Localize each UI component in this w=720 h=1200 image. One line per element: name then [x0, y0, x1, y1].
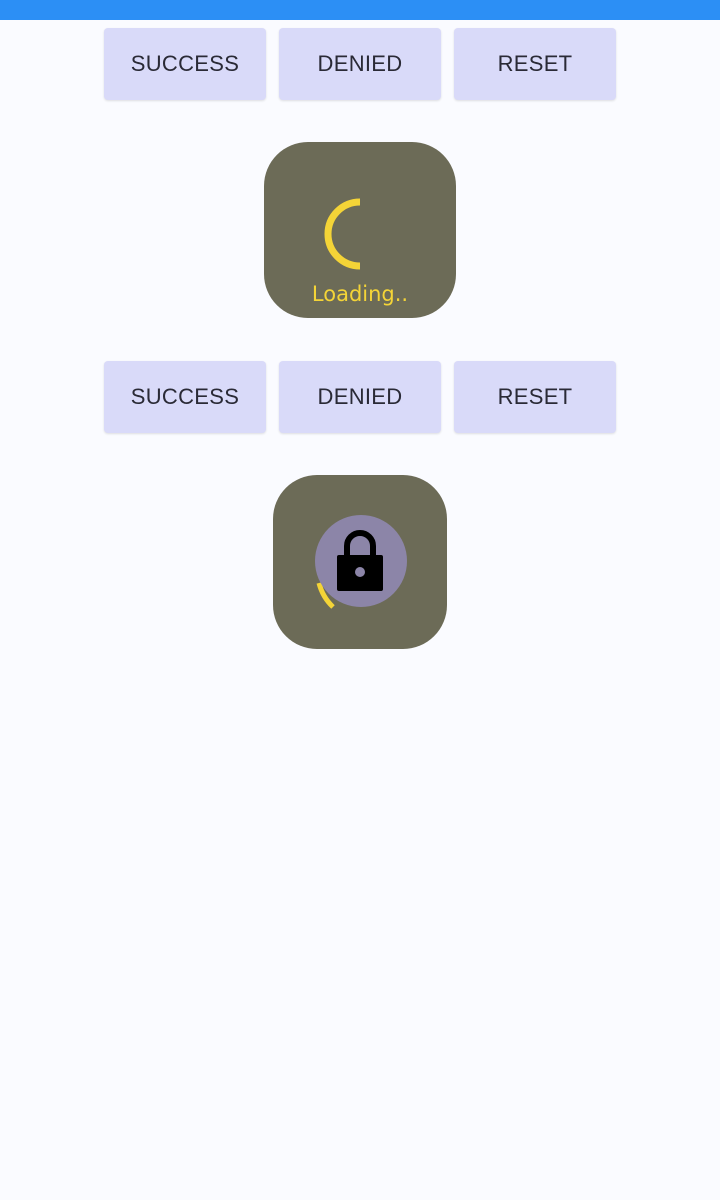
lock-card [273, 475, 447, 649]
denied-button[interactable]: DENIED [279, 361, 441, 433]
loading-card: Loading.. [264, 142, 456, 318]
success-button[interactable]: SUCCESS [104, 361, 266, 433]
success-button[interactable]: SUCCESS [104, 28, 266, 100]
button-row-bottom: SUCCESS DENIED RESET [0, 361, 720, 433]
reset-button[interactable]: RESET [454, 28, 616, 100]
status-bar [0, 0, 720, 20]
button-row-top: SUCCESS DENIED RESET [0, 28, 720, 100]
denied-button[interactable]: DENIED [279, 28, 441, 100]
spinner-icon [324, 198, 361, 270]
loading-text: Loading.. [311, 282, 409, 306]
reset-button[interactable]: RESET [454, 361, 616, 433]
lock-icon [337, 530, 383, 591]
